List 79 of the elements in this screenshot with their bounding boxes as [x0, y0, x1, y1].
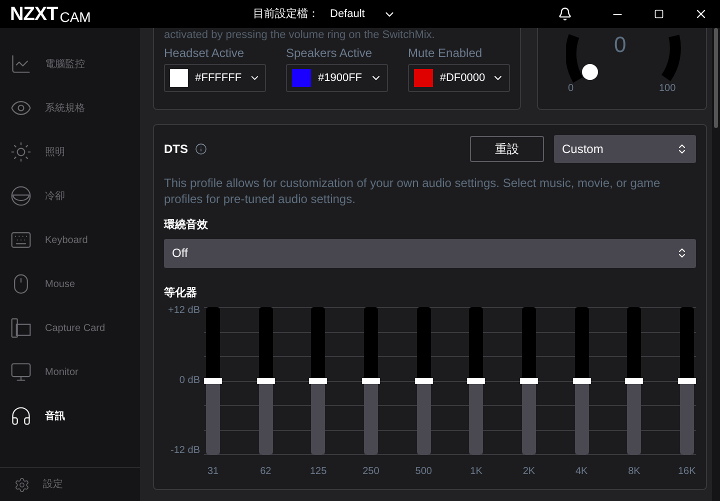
frequency-label: 250 [362, 465, 380, 479]
maximize-icon[interactable] [654, 9, 664, 19]
eq-slider-track[interactable] [311, 307, 326, 455]
frequency-label: 31 [207, 465, 219, 479]
app-logo-suffix: CAM [60, 10, 91, 24]
color-dropdown[interactable]: #1900FF [286, 64, 388, 92]
settings-icon [14, 476, 30, 492]
sidebar-item[interactable]: Monitor [0, 350, 140, 394]
sidebar-item[interactable]: 照明 [0, 130, 140, 174]
axis-label: 0 dB [179, 376, 200, 386]
frequency-label: 2K [522, 465, 536, 479]
color-label: Mute Enabled [408, 45, 484, 61]
eq-slider-thumb[interactable] [572, 378, 591, 384]
updown-icon [676, 143, 688, 155]
capture-card-icon [10, 317, 32, 339]
reset-button[interactable]: 重設 [470, 136, 544, 162]
eq-slider-thumb[interactable] [414, 378, 433, 384]
eq-slider-track[interactable] [206, 307, 220, 455]
frequency-label: 8K [628, 465, 640, 479]
dial-max: 100 [659, 82, 676, 96]
sun-icon [10, 141, 32, 163]
color-label: Headset Active [164, 45, 246, 61]
sidebar-item[interactable]: 電腦監控 [0, 42, 140, 86]
settings-item[interactable]: 設定 [0, 467, 140, 501]
panel-note: activated by pressing the volume ring on the SwitchMix. [164, 29, 436, 42]
color-dropdown[interactable]: #DF0000 [408, 64, 510, 92]
frequency-label: 125 [310, 465, 327, 479]
eq-slider-track[interactable] [574, 307, 589, 455]
dts-title: DTS [164, 141, 188, 158]
color-label: Speakers Active [286, 45, 374, 61]
surround-label: 環繞音效 [164, 218, 209, 233]
eq-slider-track[interactable] [416, 307, 431, 455]
frequency-label: 500 [415, 465, 432, 479]
info-icon[interactable] [195, 143, 207, 155]
sidebar-item[interactable]: Keyboard [0, 218, 140, 262]
eq-slider-track[interactable] [258, 307, 273, 455]
eq-slider-track[interactable] [680, 307, 694, 455]
keyboard-icon [10, 229, 32, 251]
frequency-label: 62 [260, 465, 272, 479]
eq-slider-thumb[interactable] [204, 378, 222, 384]
equalizer-label: 等化器 [164, 286, 198, 300]
eq-slider-thumb[interactable] [362, 378, 380, 384]
sidebar-item[interactable]: 冷卻 [0, 174, 140, 218]
dts-description: This profile allows for customization of your own audio settings. Select music, movie, or game profiles for pre-tuned audio settings. [164, 175, 662, 207]
profile-label: 目前設定檔： [253, 6, 319, 22]
eq-slider-thumb[interactable] [467, 378, 486, 384]
eq-slider-thumb[interactable] [625, 378, 644, 384]
axis-label: +12 dB [168, 306, 200, 316]
close-icon[interactable] [694, 7, 708, 21]
dial-min: 0 [568, 82, 574, 96]
monitor-icon [10, 361, 32, 383]
sidebar-item[interactable]: Mouse [0, 262, 140, 306]
axis-label: -12 dB [170, 446, 200, 456]
eq-slider-thumb[interactable] [520, 378, 538, 384]
dial-value: 0 [614, 31, 626, 59]
profile-select[interactable]: Custom [554, 135, 696, 163]
eq-slider-thumb[interactable] [309, 378, 328, 384]
sidebar-item[interactable]: 音訊 [0, 394, 140, 438]
frequency-label: 4K [575, 465, 588, 479]
app-logo: NZXT [10, 4, 58, 24]
eq-slider-thumb[interactable] [256, 378, 275, 384]
scrollbar[interactable] [712, 28, 720, 501]
eq-slider-track[interactable] [522, 307, 536, 455]
eq-slider-track[interactable] [469, 307, 484, 455]
chart-icon [10, 53, 32, 75]
eq-slider-thumb[interactable] [678, 378, 696, 384]
surround-select[interactable]: Off [164, 238, 696, 268]
sidebar-item[interactable]: 系統規格 [0, 86, 140, 130]
frequency-label: 16K [678, 465, 696, 479]
cooler-icon [10, 185, 32, 207]
notification-icon[interactable] [558, 7, 572, 21]
eq-slider-track[interactable] [627, 307, 642, 455]
headset-icon [10, 405, 32, 427]
sidebar-item[interactable]: Capture Card [0, 306, 140, 350]
profile-dropdown[interactable]: Default [330, 6, 396, 22]
frequency-label: 1K [470, 465, 482, 479]
eq-slider-track[interactable] [364, 307, 378, 455]
updown-icon [676, 247, 688, 259]
color-dropdown[interactable]: #FFFFFF [164, 64, 266, 92]
